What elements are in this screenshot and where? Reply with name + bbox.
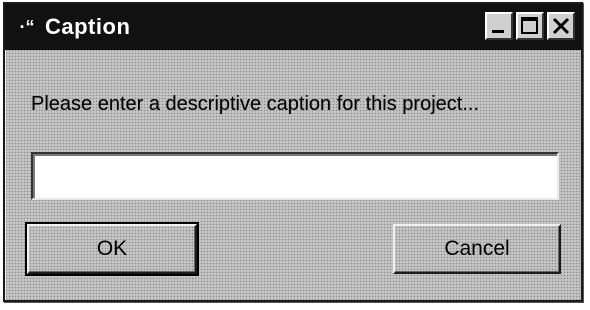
title-bar[interactable]: ·“ Caption: [5, 4, 581, 50]
window-controls: [485, 12, 575, 40]
close-icon: [552, 17, 570, 35]
caption-app-icon: ·“: [19, 16, 35, 37]
minimize-icon: [492, 30, 504, 33]
window-title: Caption: [45, 14, 131, 39]
maximize-button[interactable]: [516, 12, 544, 40]
caption-prompt-label: Please enter a descriptive caption for t…: [31, 93, 480, 115]
caption-input[interactable]: [31, 152, 559, 200]
cancel-button[interactable]: Cancel: [393, 224, 561, 274]
minimize-button[interactable]: [485, 12, 513, 40]
caption-dialog: ·“ Caption Please enter a descriptive ca: [3, 2, 583, 302]
close-button[interactable]: [547, 12, 575, 40]
maximize-icon: [521, 17, 538, 34]
ok-button[interactable]: OK: [25, 222, 199, 276]
